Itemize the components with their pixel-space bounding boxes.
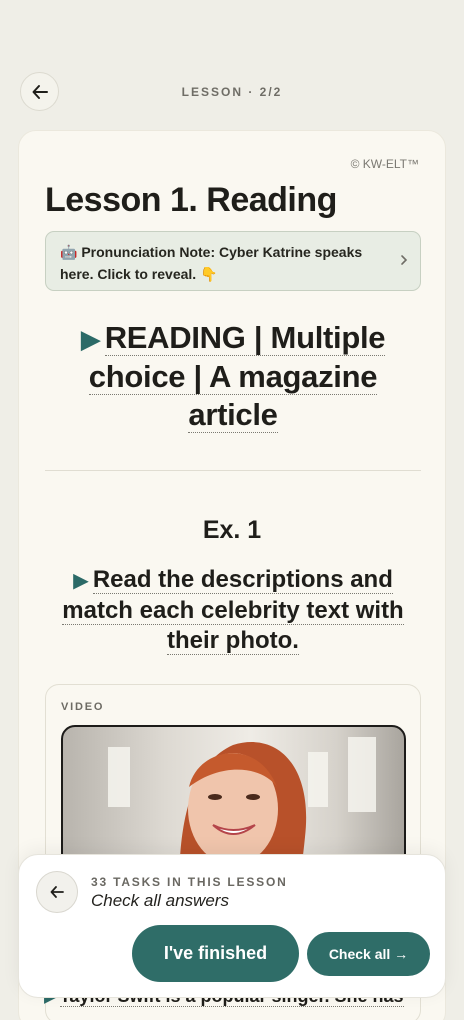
section-heading-line: choice | A magazine xyxy=(88,359,378,395)
section-heading[interactable]: ▶ READING | Multiple choice | A magazine … xyxy=(45,319,421,434)
instruction-line: their photo. xyxy=(167,627,299,655)
section-heading-line: article xyxy=(188,397,278,433)
chevron-right-icon xyxy=(401,255,408,265)
bottom-sheet: 33 TASKS IN THIS LESSON Check all answer… xyxy=(18,854,446,998)
lesson-progress: LESSON · 2/2 xyxy=(181,85,283,99)
tasks-count: 33 TASKS IN THIS LESSON xyxy=(91,875,288,889)
pronunciation-note[interactable]: 🤖 Pronunciation Note: Cyber Katrine spea… xyxy=(45,231,421,291)
check-all-button[interactable]: Check all → xyxy=(307,932,430,976)
play-triangle-icon: ▶ xyxy=(80,324,101,354)
instruction-line: match each celebrity text with xyxy=(62,597,404,625)
copyright-text: © KW-ELT™ xyxy=(350,157,419,171)
arrow-left-icon xyxy=(50,886,64,898)
finish-button[interactable]: I've finished xyxy=(132,925,299,982)
exercise-title: Ex. 1 xyxy=(202,516,262,544)
pointing-down-icon: 👇 xyxy=(200,267,218,283)
sheet-back-button[interactable] xyxy=(36,871,78,913)
instruction-line: Read the descriptions and xyxy=(92,566,393,594)
exercise-instruction[interactable]: ▶ Read the descriptions and match each ce… xyxy=(45,565,421,656)
tasks-subtitle: Check all answers xyxy=(91,891,229,910)
video-label: VIDEO xyxy=(61,701,105,713)
robot-icon: 🤖 xyxy=(60,245,78,261)
top-bar: LESSON · 2/2 xyxy=(0,0,464,130)
divider xyxy=(45,470,421,471)
play-triangle-icon: ▶ xyxy=(73,570,89,592)
lesson-title: Lesson 1. Reading xyxy=(45,181,337,219)
section-heading-line: READING | Multiple xyxy=(104,320,386,356)
